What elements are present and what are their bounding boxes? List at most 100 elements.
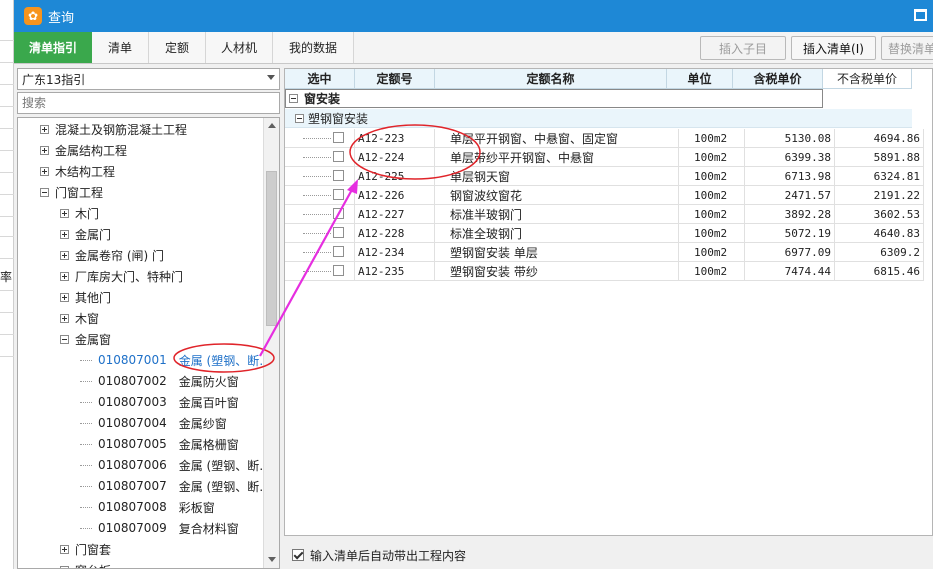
tree-item-label: 门窗套 [75,542,112,557]
column-header-unit[interactable]: 单位 [667,69,733,89]
row-select-checkbox[interactable] [333,227,344,238]
tree-leaf-item[interactable]: 010807005 金属格栅窗 [80,434,239,454]
tree-node[interactable]: 木门 [60,203,99,223]
column-header-select[interactable]: 选中 [285,69,355,89]
column-header-quota-code[interactable]: 定额号 [355,69,435,89]
tree-item-code: 010807001 [98,353,167,367]
subgroup-label: 塑钢窗安装 [308,111,369,126]
tab-list[interactable]: 清单 [92,32,149,63]
quota-name-cell: 塑钢窗安装 单层 [447,243,679,262]
expand-icon[interactable] [60,271,69,281]
column-header-quota-name[interactable]: 定额名称 [435,69,667,89]
tree-node[interactable]: 其他门 [60,287,111,307]
tree-connector [80,464,92,466]
row-select-checkbox[interactable] [333,189,344,200]
expand-icon[interactable] [60,250,69,260]
tree-leaf-item[interactable]: 010807001 金属 (塑钢、断… [80,350,271,370]
select-cell [285,205,355,224]
table-row[interactable]: A12-226 钢窗波纹窗花 100m2 2471.57 2191.22 [285,186,924,205]
guide-library-select[interactable]: 广东13指引 [17,68,280,90]
insert-list-button[interactable]: 插入清单(I) [791,36,876,60]
row-select-checkbox[interactable] [333,170,344,181]
insert-child-button[interactable]: 插入子目 [700,36,786,60]
expand-icon[interactable] [40,124,49,134]
table-row[interactable]: A12-225 单层钢天窗 100m2 6713.98 6324.81 [285,167,924,186]
select-cell [285,148,355,167]
tab-list-guide[interactable]: 清单指引 [14,32,92,63]
scroll-down-icon[interactable] [264,552,279,568]
search-input[interactable] [17,92,280,114]
select-cell [285,262,355,281]
tree-node[interactable]: 窗台板 [60,560,111,568]
dropdown-arrow-icon[interactable] [267,75,275,80]
tab-quota[interactable]: 定额 [149,32,206,63]
scroll-up-icon[interactable] [264,118,279,134]
tree-node[interactable]: 门窗套 [60,539,111,559]
scroll-thumb[interactable] [266,171,277,326]
row-select-checkbox[interactable] [333,132,344,143]
expand-icon[interactable] [40,166,49,176]
tree-leaf-item[interactable]: 010807004 金属纱窗 [80,413,227,433]
tree-leaf-item[interactable]: 010807006 金属 (塑钢、断… [80,455,271,475]
replace-list-button[interactable]: 替换清单 [881,36,933,60]
tree-node[interactable]: 金属卷帘 (闸) 门 [60,245,164,265]
unit-cell: 100m2 [679,148,745,167]
maximize-icon[interactable] [914,9,927,21]
auto-bring-checkbox[interactable] [292,549,304,561]
row-select-checkbox[interactable] [333,246,344,257]
expand-icon[interactable] [60,544,69,554]
expand-icon[interactable] [60,229,69,239]
background-column-label: 率 [0,270,13,284]
table-row[interactable]: A12-227 标准半玻钢门 100m2 3892.28 3602.53 [285,205,924,224]
tree-item-label: 金属 (塑钢、断… [178,458,272,473]
tab-labor-material-machine[interactable]: 人材机 [206,32,273,63]
tree-leaf-item[interactable]: 010807008 彩板窗 [80,497,215,517]
table-row[interactable]: A12-235 塑钢窗安装 带纱 100m2 7474.44 6815.46 [285,262,924,281]
row-select-checkbox[interactable] [333,208,344,219]
tree-leaf-item[interactable]: 010807003 金属百叶窗 [80,392,239,412]
tree-leaf-item[interactable]: 010807002 金属防火窗 [80,371,239,391]
tree-scrollbar[interactable] [263,118,279,568]
tree-node[interactable]: 金属门 [60,224,111,244]
expand-icon[interactable] [60,313,69,323]
quota-name-cell: 标准全玻钢门 [447,224,679,243]
column-header-price-without-tax[interactable]: 不含税单价 [823,69,912,89]
tree-item-label: 金属 (塑钢、断… [178,479,272,494]
tree-leaf-item[interactable]: 010807009 复合材料窗 [80,518,239,538]
price-with-tax-cell: 6713.98 [745,167,835,186]
tree-node[interactable]: 木结构工程 [40,161,115,181]
tree-node[interactable]: 门窗工程 [40,182,103,202]
expand-icon[interactable] [60,565,69,568]
column-header-price-with-tax[interactable]: 含税单价 [733,69,823,89]
tree-item-label: 金属 (塑钢、断… [178,353,272,368]
row-select-checkbox[interactable] [333,265,344,276]
expand-icon[interactable] [40,145,49,155]
expand-icon[interactable] [60,292,69,302]
table-row[interactable]: A12-223 单层平开钢窗、中悬窗、固定窗 100m2 5130.08 4694.86 [285,129,924,148]
subgroup-row[interactable]: 塑钢窗安装 [285,109,912,128]
collapse-icon[interactable] [60,334,69,344]
tab-my-data[interactable]: 我的数据 [273,32,354,63]
tree-leaf-item[interactable]: 010807007 金属 (塑钢、断… [80,476,271,496]
group-row[interactable]: 窗安装 [285,89,823,108]
table-row[interactable]: A12-224 单层带纱平开钢窗、中悬窗 100m2 6399.38 5891.88 [285,148,924,167]
query-dialog: ✿ 查询 清单指引 清单 定额 人材机 我的数据 插入子目 插入清单(I) 替换… [14,0,933,569]
tree-item-code: 010807003 [98,395,167,409]
unit-cell: 100m2 [679,186,745,205]
table-header: 选中 定额号 定额名称 单位 含税单价 不含税单价 [285,69,912,89]
tree-item-code: 010807005 [98,437,167,451]
collapse-icon[interactable] [40,187,49,197]
tree-node[interactable]: 厂库房大门、特种门 [60,266,183,286]
tree-item-code: 010807007 [98,479,167,493]
collapse-icon[interactable] [295,113,304,123]
table-row[interactable]: A12-234 塑钢窗安装 单层 100m2 6977.09 6309.2 [285,243,924,262]
collapse-icon[interactable] [289,94,298,103]
tree-connector [80,506,92,508]
tree-node[interactable]: 混凝土及钢筋混凝土工程 [40,119,187,139]
tree-node[interactable]: 木窗 [60,308,99,328]
tree-node[interactable]: 金属窗 [60,329,111,349]
tree-node[interactable]: 金属结构工程 [40,140,127,160]
expand-icon[interactable] [60,208,69,218]
table-row[interactable]: A12-228 标准全玻钢门 100m2 5072.19 4640.83 [285,224,924,243]
row-select-checkbox[interactable] [333,151,344,162]
